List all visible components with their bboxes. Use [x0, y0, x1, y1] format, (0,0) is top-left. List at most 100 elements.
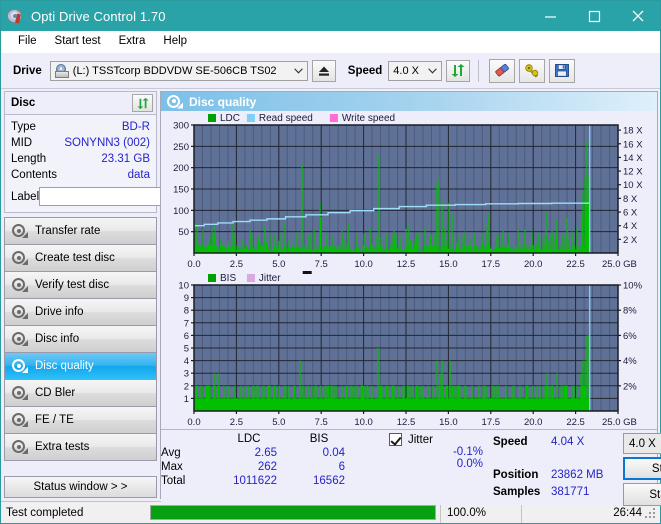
bis-chart[interactable]: 1 2 3 4 5 6 7 8 9 10 2% 4% 6% 8% 10% 0.0 2.5 5.0 7.5 10.0 12… — [161, 271, 657, 429]
menu-item-help[interactable]: Help — [154, 31, 196, 52]
svg-text:25.0 GB: 25.0 GB — [602, 259, 637, 270]
jitter-toggle[interactable]: Jitter — [389, 433, 493, 446]
speed-key: Speed — [493, 435, 528, 448]
sidebar-item-transfer-rate[interactable]: Transfer rate — [5, 218, 156, 245]
close-icon[interactable] — [616, 1, 660, 31]
disc-row-type: Type BD-R — [11, 119, 150, 135]
disc-refresh-button[interactable] — [132, 94, 153, 112]
minimize-icon[interactable] — [528, 1, 572, 31]
jitter-checkbox[interactable] — [389, 433, 402, 446]
charts-area: 50 100 150 200 250 300 2 X 4 X 6 X 8 X 10 X 12 X 14 … — [161, 111, 657, 429]
stats-max-bis: 6 — [338, 461, 345, 473]
svg-text:12.5: 12.5 — [397, 417, 416, 428]
samples-value: 381771 — [551, 485, 590, 498]
run-info: Speed 4.04 X Position 23862 MB Samples 3… — [493, 433, 623, 505]
refresh-speed-button[interactable] — [446, 59, 471, 82]
svg-text:2 X: 2 X — [623, 235, 638, 246]
svg-text:8: 8 — [184, 306, 189, 317]
drive-select-value: (L:) TSSTcorp BDDVDW SE-506CB TS02 — [72, 64, 277, 77]
samples-row: Samples 381771 — [493, 483, 623, 500]
svg-text:100: 100 — [173, 206, 189, 217]
sidebar-item-label: Verify test disc — [35, 279, 110, 291]
svg-text:10: 10 — [178, 281, 189, 292]
svg-text:17.5: 17.5 — [482, 417, 501, 428]
menu-item-start-test[interactable]: Start test — [46, 31, 110, 52]
stats-row-key-total: Total — [161, 475, 186, 487]
sidebar-item-label: Disc info — [35, 333, 80, 345]
svg-text:Read speed: Read speed — [259, 113, 313, 124]
svg-text:250: 250 — [173, 142, 189, 153]
svg-text:20.0: 20.0 — [524, 417, 543, 428]
sidebar-item-cd-bler[interactable]: CD Bler — [5, 380, 156, 407]
jitter-max-value: 0.0% — [456, 458, 483, 470]
stats-row-key-max: Max — [161, 461, 183, 473]
start-part-button[interactable]: Start part — [623, 483, 661, 506]
toolbar-separator — [478, 59, 480, 82]
svg-text:0.0: 0.0 — [187, 417, 200, 428]
svg-text:7: 7 — [184, 318, 189, 329]
stats-row-key-avg: Avg — [161, 447, 181, 459]
drive-toolbar: Drive (L:) TSSTcorp BDDVDW SE-506CB TS02… — [1, 53, 660, 89]
svg-text:LDC: LDC — [220, 113, 240, 124]
drive-label: Drive — [13, 64, 42, 77]
sidebar-item-label: FE / TE — [35, 414, 74, 426]
start-full-button[interactable]: Start full — [623, 457, 661, 480]
sidebar-item-disc-info[interactable]: Disc info — [5, 326, 156, 353]
sidebar-item-verify-test-disc[interactable]: Verify test disc — [5, 272, 156, 299]
svg-text:4%: 4% — [623, 356, 637, 367]
eject-button[interactable] — [311, 59, 336, 82]
stats-avg-bis: 0.04 — [322, 447, 345, 459]
svg-text:150: 150 — [173, 185, 189, 196]
speed-select[interactable]: 4.0 X — [388, 60, 443, 81]
svg-text:14 X: 14 X — [623, 153, 643, 164]
disc-row-key: Length — [11, 153, 47, 165]
sidebar-item-fe-te[interactable]: FE / TE — [5, 407, 156, 434]
svg-text:7.5: 7.5 — [315, 259, 328, 270]
svg-text:8%: 8% — [623, 306, 637, 317]
disc-label-key: Label — [11, 190, 40, 203]
disc-row-key: Contents — [11, 169, 58, 181]
stats-total-bis: 16562 — [313, 475, 345, 487]
sidebar-item-extra-tests[interactable]: Extra tests — [5, 434, 156, 461]
sidebar-item-drive-info[interactable]: Drive info — [5, 299, 156, 326]
sidebar-item-create-test-disc[interactable]: Create test disc — [5, 245, 156, 272]
maximize-icon[interactable] — [572, 1, 616, 31]
sidebar-item-label: CD Bler — [35, 387, 76, 399]
status-window-button[interactable]: Status window > > — [4, 476, 157, 498]
position-key: Position — [493, 468, 539, 481]
sidebar-item-label: Drive info — [35, 306, 84, 318]
menu-item-file[interactable]: File — [9, 31, 46, 52]
sidebar-item-label: Create test disc — [35, 252, 115, 264]
resize-grip-icon[interactable] — [645, 508, 657, 520]
svg-text:5.0: 5.0 — [272, 259, 285, 270]
erase-button[interactable] — [489, 58, 516, 83]
svg-text:0.0: 0.0 — [187, 259, 200, 270]
save-button[interactable] — [549, 58, 576, 83]
speed-select-value: 4.0 X — [393, 64, 419, 77]
test-speed-select[interactable]: 4.0 X — [623, 433, 661, 454]
svg-text:17.5: 17.5 — [482, 259, 501, 270]
disc-properties: Type BD-R MID SONYNN3 (002) Length 23.31… — [5, 115, 242, 212]
svg-text:12.5: 12.5 — [397, 259, 416, 270]
jitter-avg-value: -0.1% — [452, 446, 483, 458]
svg-text:10.0: 10.0 — [354, 417, 373, 428]
content-title: Disc quality — [189, 94, 257, 109]
tools-button[interactable] — [519, 58, 546, 83]
disc-test-icon — [12, 278, 28, 292]
disc-row-value: BD-R — [121, 121, 150, 133]
ldc-chart[interactable]: 50 100 150 200 250 300 2 X 4 X 6 X 8 X 10 X 12 X 14 … — [161, 111, 657, 271]
drive-select[interactable]: (L:) TSSTcorp BDDVDW SE-506CB TS02 — [49, 60, 308, 81]
svg-text:10%: 10% — [623, 281, 643, 292]
menu-item-extra[interactable]: Extra — [110, 31, 155, 52]
svg-text:2: 2 — [184, 381, 189, 392]
disc-row-key: MID — [11, 137, 33, 149]
disc-label-row: Label — [11, 186, 242, 207]
svg-text:22.5: 22.5 — [566, 417, 585, 428]
drive-icon — [54, 63, 70, 78]
jitter-label: Jitter — [408, 433, 433, 446]
sidebar-item-disc-quality[interactable]: Disc quality — [5, 353, 156, 380]
svg-text:9: 9 — [184, 293, 189, 304]
progress-percent: 100.0% — [440, 502, 521, 523]
nav-list: Transfer rate Create test disc Verify te… — [4, 217, 157, 461]
speed-row: Speed 4.04 X — [493, 433, 623, 450]
